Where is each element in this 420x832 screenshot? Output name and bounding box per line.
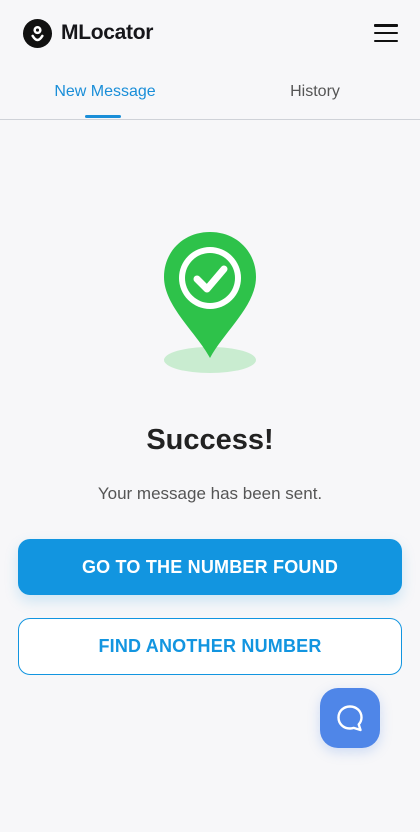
go-to-number-button[interactable]: GO TO THE NUMBER FOUND — [18, 539, 402, 595]
success-title: Success! — [146, 424, 274, 456]
success-message: Your message has been sent. — [97, 484, 323, 503]
tab-new-message[interactable]: New Message — [0, 66, 210, 119]
tab-history[interactable]: History — [210, 66, 420, 119]
menu-line — [374, 39, 398, 42]
chat-bubble-icon — [337, 705, 363, 732]
brand-name: MLocator — [61, 21, 154, 44]
menu-line — [374, 31, 398, 35]
brand[interactable]: MLocator — [22, 18, 153, 49]
menu-line — [374, 24, 398, 27]
location-pin-check-icon — [164, 232, 256, 373]
hamburger-menu-icon[interactable] — [374, 24, 398, 42]
tab-label: History — [290, 83, 340, 100]
tab-label: New Message — [54, 83, 156, 100]
active-tab-indicator — [85, 115, 121, 118]
find-another-number-button[interactable]: FIND ANOTHER NUMBER — [18, 618, 402, 675]
tab-bar: New Message History — [0, 66, 420, 120]
map-pin-logo-icon — [22, 18, 53, 48]
app-header: MLocator — [0, 0, 420, 66]
chat-button[interactable] — [320, 688, 380, 748]
